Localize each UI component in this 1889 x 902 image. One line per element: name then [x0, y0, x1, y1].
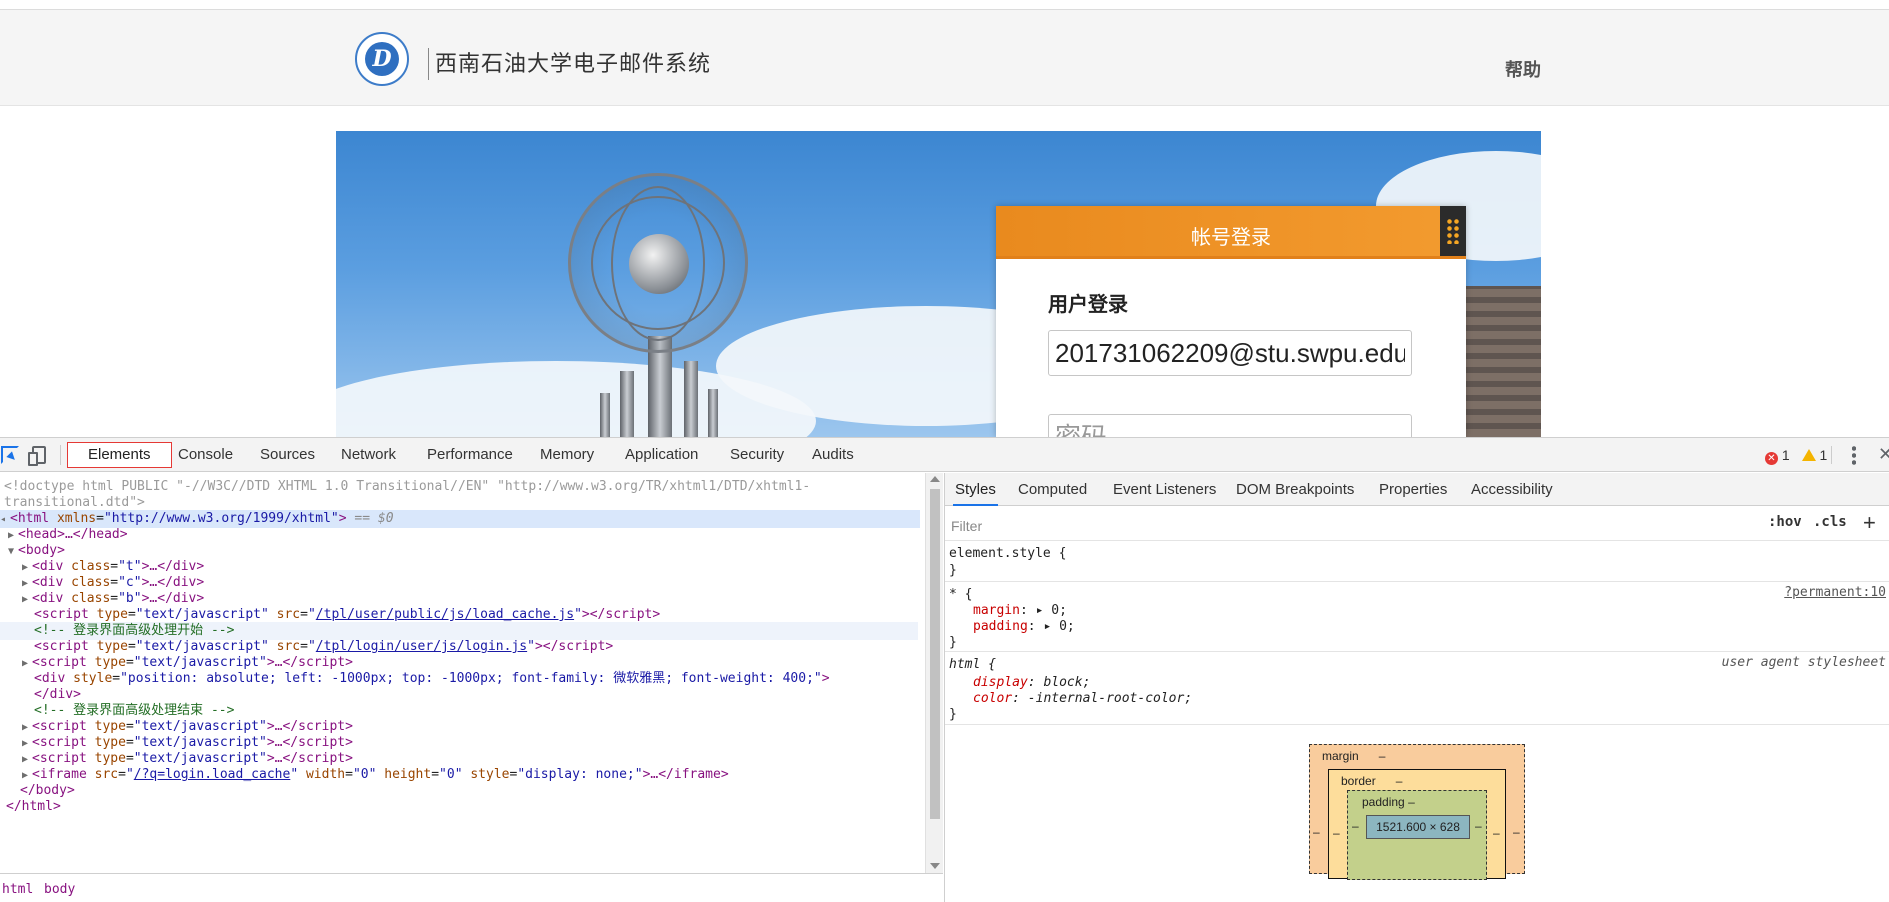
help-link[interactable]: 帮助	[1505, 56, 1541, 82]
tab-security[interactable]: Security	[730, 438, 784, 472]
tab-audits[interactable]: Audits	[812, 438, 854, 472]
box-model-diagram[interactable]: margin – – – border – – – padding – – – …	[1309, 744, 1525, 880]
logo-glyph: D	[372, 46, 392, 72]
user-login-label: 用户登录	[1048, 294, 1128, 316]
rule-html-ua[interactable]: html { user agent stylesheet display: bl…	[945, 653, 1889, 725]
breadcrumb: html body	[0, 873, 943, 902]
box-model-padding-label: padding –	[1362, 795, 1415, 809]
console-status[interactable]: ✕ 1 1	[1765, 447, 1827, 465]
styles-filter-row: :hov .cls +	[945, 507, 1889, 541]
scroll-thumb[interactable]	[930, 489, 940, 819]
username-input[interactable]	[1048, 330, 1412, 376]
login-card-header: 帐号登录	[996, 206, 1466, 259]
scroll-down-icon[interactable]	[930, 863, 940, 869]
breadcrumb-body[interactable]: body	[44, 882, 75, 897]
inspect-element-icon[interactable]	[1, 446, 19, 464]
rule-element-style[interactable]: element.style { }	[945, 542, 1889, 582]
university-logo-icon[interactable]: D	[355, 32, 409, 86]
user-agent-stylesheet-label: user agent stylesheet	[1721, 655, 1886, 670]
error-icon: ✕	[1765, 452, 1778, 465]
prop-padding[interactable]: padding: ▸ 0;	[973, 618, 1075, 636]
warning-count: 1	[1819, 447, 1828, 463]
devtools-toolbar: Elements Console Sources Network Perform…	[0, 438, 1889, 472]
device-toolbar-icon[interactable]	[28, 446, 46, 466]
new-style-rule-button[interactable]: +	[1863, 510, 1876, 536]
element-style-selector[interactable]: element.style {	[949, 545, 1066, 563]
box-model-margin-left: –	[1313, 825, 1320, 839]
tab-application[interactable]: Application	[625, 438, 698, 472]
html-selector[interactable]: html {	[949, 656, 996, 674]
styles-filter-input[interactable]	[951, 515, 1751, 537]
universal-selector[interactable]: * {	[949, 586, 972, 604]
box-model-margin-label: margin –	[1322, 749, 1386, 763]
elements-dom-tree[interactable]: <!doctype html PUBLIC "-//W3C//DTD XHTML…	[0, 473, 943, 873]
tab-elements[interactable]: Elements	[67, 442, 172, 468]
logo-separator	[428, 48, 429, 80]
dom-line-html-close[interactable]: </html>	[6, 798, 61, 816]
hov-button[interactable]: :hov	[1768, 514, 1802, 530]
dom-line-div-style[interactable]: <div style="position: absolute; left: -1…	[34, 670, 830, 688]
sidebar-tab-properties[interactable]: Properties	[1379, 473, 1447, 506]
qr-login-toggle[interactable]	[1440, 206, 1466, 256]
tab-network[interactable]: Network	[341, 438, 396, 472]
warning-icon	[1801, 449, 1816, 461]
scroll-up-icon[interactable]	[930, 476, 940, 482]
sidebar-tab-computed[interactable]: Computed	[1018, 473, 1087, 506]
box-model-margin-right: –	[1513, 825, 1520, 839]
cls-button[interactable]: .cls	[1813, 514, 1847, 530]
steel-sphere-sculpture	[568, 173, 748, 353]
sidebar-tabs: Styles Computed Event Listeners DOM Brea…	[945, 473, 1889, 506]
campus-building	[1466, 286, 1541, 437]
site-title: 西南石油大学电子邮件系统	[435, 51, 712, 76]
dom-line-iframe[interactable]: ▶ <iframe src="/?q=login.load_cache" widt…	[22, 766, 729, 784]
error-count: 1	[1781, 447, 1790, 463]
box-model-border: border – – – padding – – – 1521.600 × 62…	[1328, 769, 1506, 880]
rule-universal[interactable]: * { ?permanent:10 margin: ▸ 0; padding: …	[945, 583, 1889, 652]
rule-source-link[interactable]: ?permanent:10	[1784, 585, 1886, 600]
box-model-border-label: border –	[1341, 774, 1403, 788]
site-header: D 西南石油大学电子邮件系统 帮助	[0, 10, 1889, 106]
tab-memory[interactable]: Memory	[540, 438, 594, 472]
webmail-login-page: D 西南石油大学电子邮件系统 帮助 帐号登录 用户登录	[0, 0, 1889, 437]
elements-scrollbar[interactable]	[925, 473, 943, 873]
sidebar-tab-accessibility[interactable]: Accessibility	[1471, 473, 1553, 506]
tab-sources[interactable]: Sources	[260, 438, 315, 472]
sidebar-tab-dom-breakpoints[interactable]: DOM Breakpoints	[1236, 473, 1354, 506]
sidebar-tab-styles[interactable]: Styles	[953, 473, 998, 506]
tab-performance[interactable]: Performance	[427, 438, 513, 472]
login-card: 帐号登录 用户登录	[996, 206, 1466, 437]
password-input[interactable]	[1048, 414, 1412, 437]
box-model-content-size[interactable]: 1521.600 × 628	[1366, 815, 1470, 839]
close-devtools-icon[interactable]: ✕	[1878, 444, 1889, 465]
box-model-padding: padding – – – 1521.600 × 628	[1347, 790, 1487, 880]
sidebar-tab-event-listeners[interactable]: Event Listeners	[1113, 473, 1216, 506]
login-card-title: 帐号登录	[1191, 227, 1271, 249]
tab-console[interactable]: Console	[178, 438, 233, 472]
more-options-icon[interactable]	[1852, 445, 1856, 465]
qr-dots-icon	[1446, 218, 1460, 244]
breadcrumb-html[interactable]: html	[2, 882, 33, 897]
devtools-panel: Elements Console Sources Network Perform…	[0, 437, 1889, 902]
prop-color[interactable]: color: -internal-root-color;	[973, 690, 1192, 708]
dom-line-html[interactable]: ◂ <html xmlns="http://www.w3.org/1999/xht…	[0, 510, 920, 528]
styles-sidebar: Styles Computed Event Listeners DOM Brea…	[944, 473, 1889, 902]
